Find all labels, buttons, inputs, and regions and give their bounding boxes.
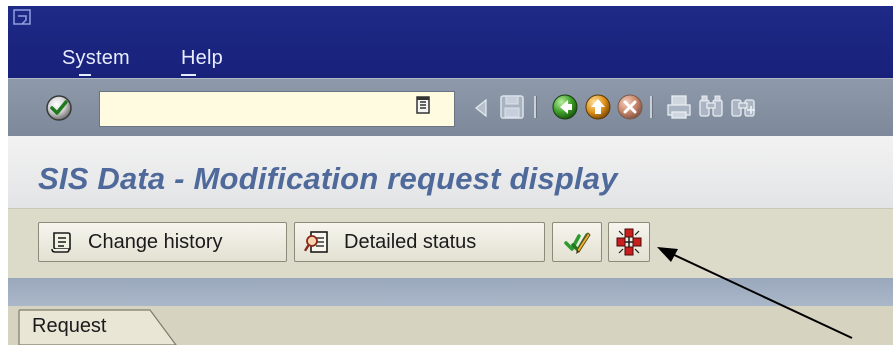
menu-bar [8,6,893,78]
menu-system-accel-underline [79,74,91,76]
menu-help[interactable]: Help [181,47,223,70]
hierarchy-button[interactable] [608,222,650,262]
scroll-icon [51,232,71,253]
standard-toolbar [8,78,893,136]
detailed-status-button[interactable]: Detailed status [294,222,545,262]
menu-system[interactable]: System [62,47,130,70]
tab-request-label: Request [32,315,107,337]
system-menu-icon[interactable] [12,8,34,28]
change-history-label: Change history [88,230,223,253]
save-icon[interactable] [497,92,527,122]
cancel-icon[interactable] [615,92,645,122]
print-icon[interactable] [664,92,694,122]
command-field[interactable] [99,91,455,127]
change-history-button[interactable]: Change history [38,222,287,262]
magnifier-document-icon [304,231,328,253]
detailed-status-label: Detailed status [344,230,477,253]
find-next-icon[interactable] [728,92,758,122]
enter-icon[interactable] [44,93,74,123]
tab-strip-band [8,278,893,306]
page-title: SIS Data - Modification request display [38,161,618,196]
check-pencil-icon [564,232,591,254]
command-dropdown-icon[interactable] [411,93,435,117]
exit-icon[interactable] [583,92,613,122]
toolbar-separator [650,96,653,118]
menu-help-label: Help [181,47,223,69]
toolbar-separator [534,96,537,118]
back-icon[interactable] [550,92,580,122]
check-button[interactable] [552,222,602,262]
back-triangle-icon[interactable] [467,93,497,123]
menu-help-accel-underline [181,74,196,76]
sap-window: System Help SIS Data - Modification requ… [8,6,893,345]
menu-system-label: System [62,47,130,69]
hierarchy-icon [616,228,642,256]
find-icon[interactable] [696,92,726,122]
